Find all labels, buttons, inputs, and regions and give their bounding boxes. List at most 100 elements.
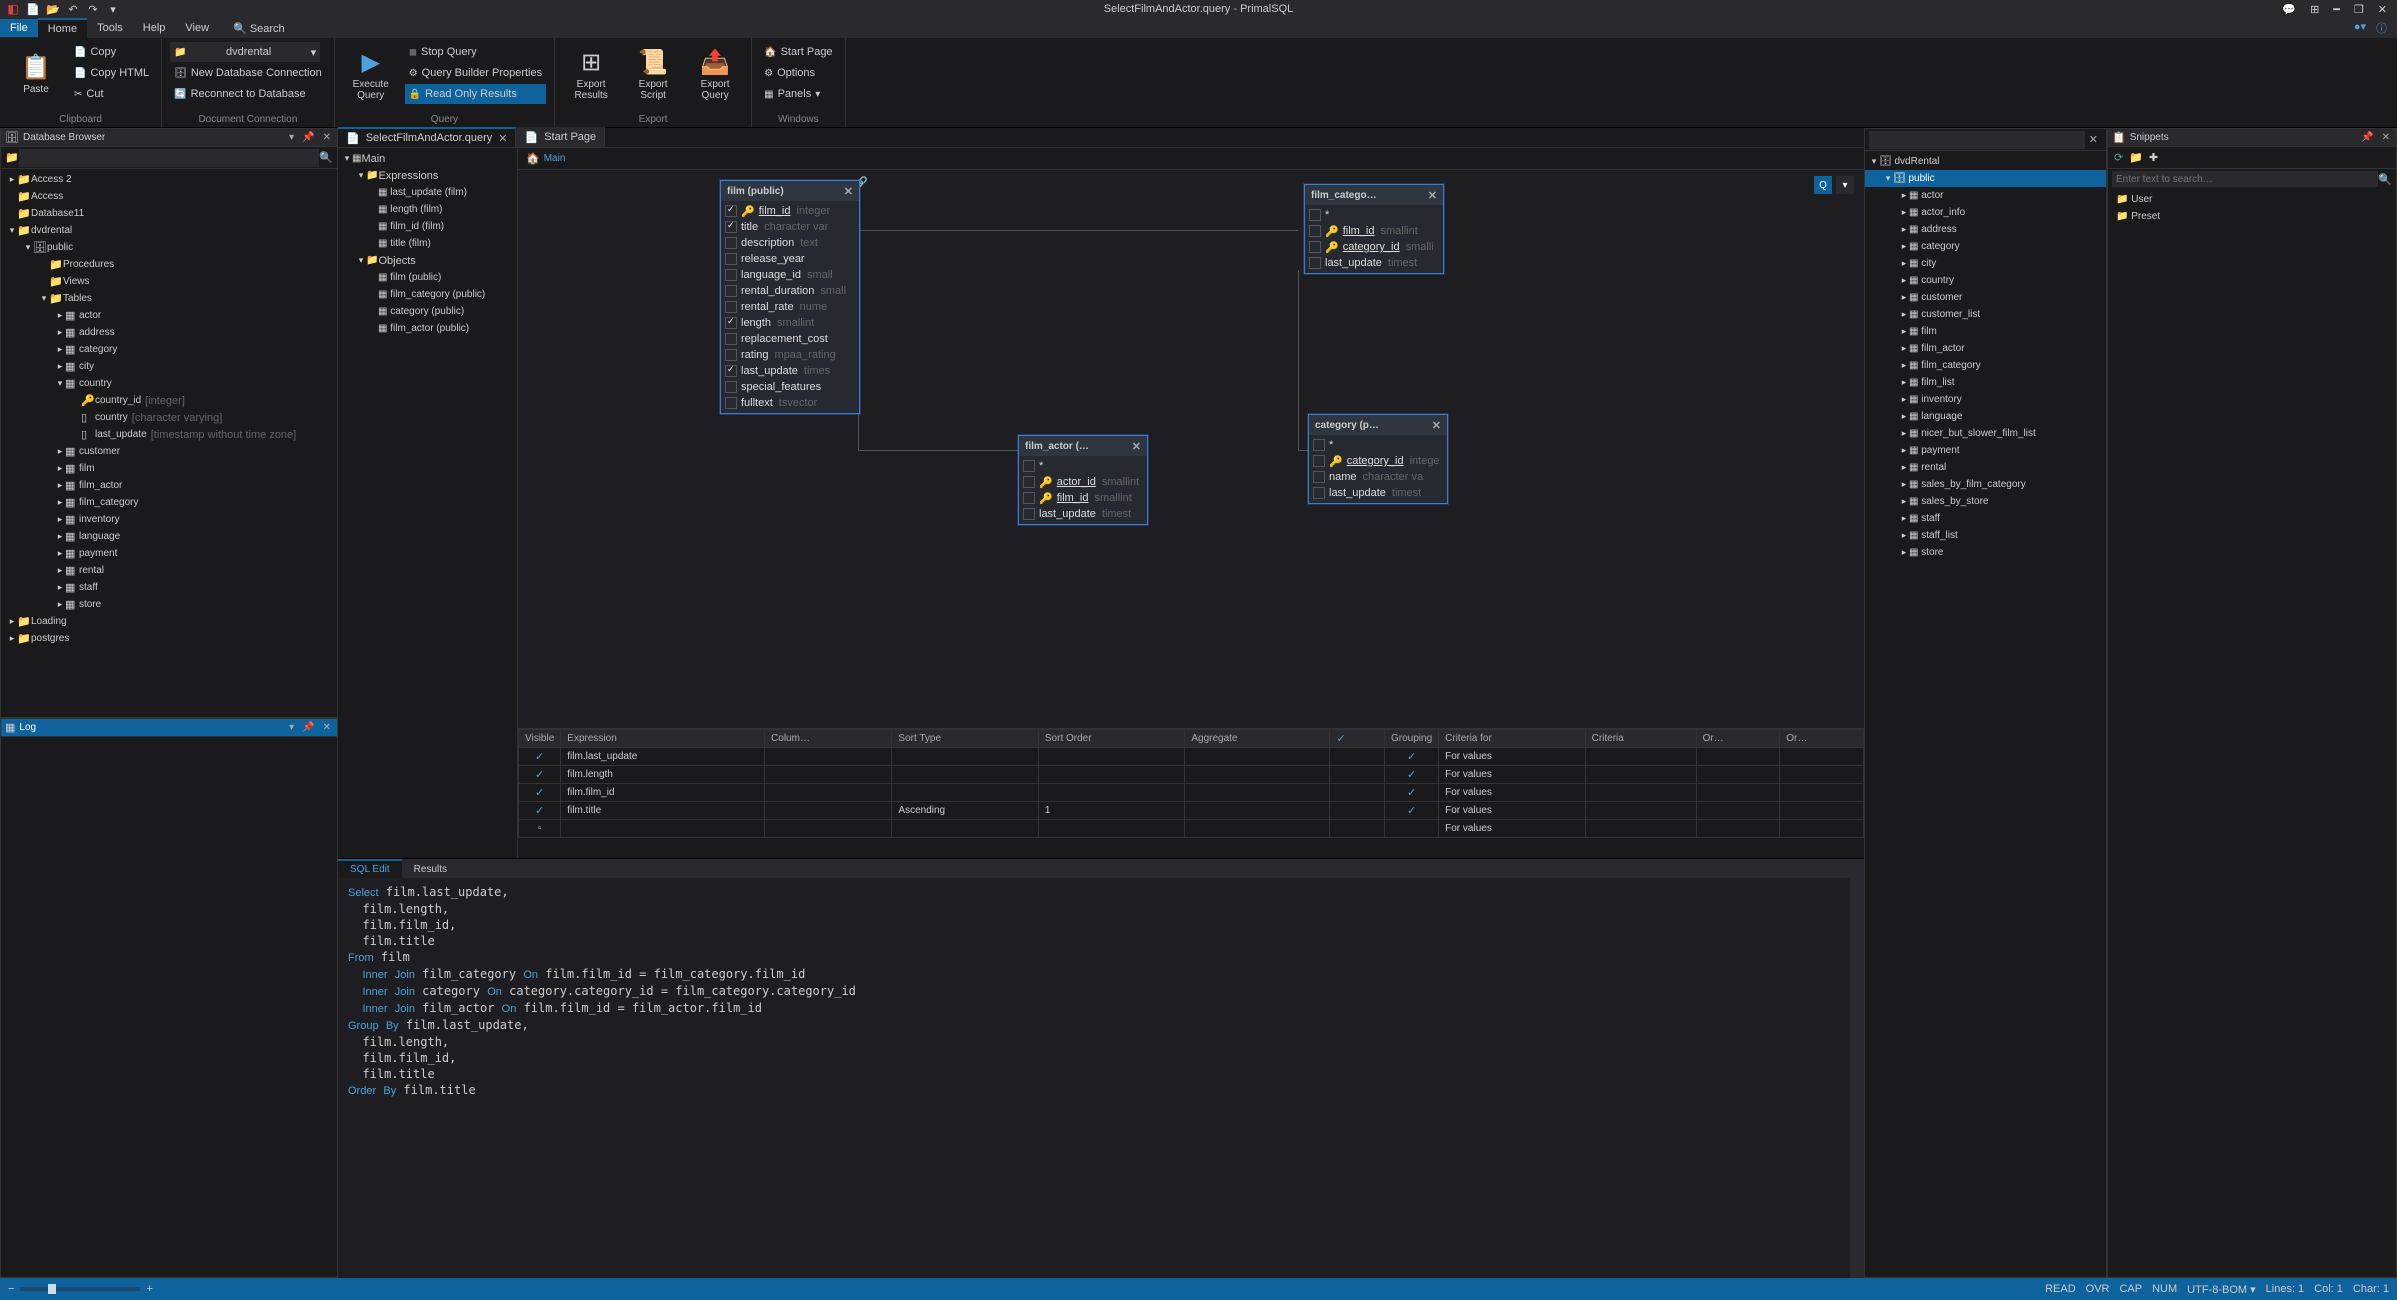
context-search-input[interactable]: [1869, 131, 2085, 149]
table-card-category[interactable]: category (p…✕ * 🔑 category_id intege nam…: [1308, 414, 1448, 504]
query-canvas[interactable]: Q ▾ 🔗 film (public)✕ 🔑 film_id integer t…: [518, 170, 1864, 728]
table-row[interactable]: 🔑 film_id smallint: [1019, 490, 1147, 506]
feedback-icon[interactable]: 💬: [2282, 3, 2296, 16]
snippets-new-folder[interactable]: 📁: [2129, 151, 2143, 164]
ctx-item[interactable]: ▸▦ rental: [1865, 459, 2106, 476]
new-connection-button[interactable]: 🗄 New Database Connection: [170, 63, 326, 83]
table-card-film_actor[interactable]: film_actor (…✕ * 🔑 actor_id smallint 🔑 f…: [1018, 435, 1148, 525]
menu-view[interactable]: View: [175, 19, 219, 37]
table-row[interactable]: rating mpaa_rating: [721, 347, 859, 363]
sql-editor[interactable]: Select film.last_update, film.length, fi…: [338, 878, 1864, 1278]
snippets-tree[interactable]: 📁 User📁 Preset: [2108, 189, 2396, 1277]
qat-redo[interactable]: ↷: [86, 2, 100, 16]
ctx-item[interactable]: ▸▦ film_actor: [1865, 340, 2106, 357]
db-tree-node[interactable]: ▸▦ inventory: [1, 511, 337, 528]
db-tree-node[interactable]: ▾📁 dvdrental: [1, 222, 337, 239]
snippets-close[interactable]: ✕: [2380, 132, 2392, 143]
table-row[interactable]: title character var: [721, 219, 859, 235]
update-indicator[interactable]: ●▾: [2354, 20, 2366, 36]
db-tree-node[interactable]: ▸▦ film_actor: [1, 477, 337, 494]
ctx-item[interactable]: ▸▦ film_list: [1865, 374, 2106, 391]
copy-button[interactable]: 📄 Copy: [70, 42, 153, 62]
builder-obj-item[interactable]: ▦ film_category (public): [338, 286, 517, 303]
table-row[interactable]: 🔑 actor_id smallint: [1019, 474, 1147, 490]
db-tree-node[interactable]: ▸▦ customer: [1, 443, 337, 460]
qat-open[interactable]: [46, 2, 60, 16]
ctx-root[interactable]: ▾🗄 dvdRental: [1865, 153, 2106, 170]
db-tree-node[interactable]: 📁 Views: [1, 273, 337, 290]
grid-row[interactable]: ✓ film.titleAscending1 ✓ For values: [519, 802, 1864, 820]
grid-header[interactable]: Sort Type: [892, 730, 1038, 748]
log-pin[interactable]: 📌: [300, 722, 316, 733]
table-card-header[interactable]: film_catego…✕: [1305, 185, 1443, 205]
table-row[interactable]: *: [1309, 437, 1447, 453]
db-tree-node[interactable]: ▸📁 Access 2: [1, 171, 337, 188]
db-tree-node[interactable]: ▸▦ actor: [1, 307, 337, 324]
results-tab[interactable]: Results: [402, 861, 459, 878]
status-item[interactable]: UTF-8-BOM ▾: [2187, 1283, 2255, 1296]
grid-row[interactable]: ✓ film.last_update ✓ For values: [519, 748, 1864, 766]
snippets-pin[interactable]: 📌: [2359, 132, 2375, 143]
db-tree-node[interactable]: ▾📁 Tables: [1, 290, 337, 307]
grid-header[interactable]: Aggregate: [1185, 730, 1330, 748]
table-card-film[interactable]: film (public)✕ 🔑 film_id integer title c…: [720, 180, 860, 414]
snippets-search-input[interactable]: [2112, 171, 2378, 187]
db-tree-node[interactable]: ▸▦ film: [1, 460, 337, 477]
table-row[interactable]: fulltext tsvector: [721, 395, 859, 411]
table-row[interactable]: rental_rate nume: [721, 299, 859, 315]
close-button[interactable]: ✕: [2378, 3, 2387, 16]
doc-tab-query[interactable]: 📄 SelectFilmAndActor.query ✕: [338, 127, 516, 147]
ctx-item[interactable]: ▸▦ payment: [1865, 442, 2106, 459]
execute-query-button[interactable]: ▶ Execute Query: [343, 42, 399, 106]
ctx-item[interactable]: ▸▦ film_category: [1865, 357, 2106, 374]
ctx-item[interactable]: ▸▦ staff: [1865, 510, 2106, 527]
canvas-add-button[interactable]: ▾: [1836, 176, 1854, 194]
db-tree-node[interactable]: ▾🗄 public: [1, 239, 337, 256]
builder-obj-item[interactable]: ▦ category (public): [338, 303, 517, 320]
ctx-item[interactable]: ▸▦ store: [1865, 544, 2106, 561]
snippet-folder[interactable]: 📁 Preset: [2108, 208, 2396, 225]
builder-expressions-node[interactable]: ▾📁 Expressions: [338, 167, 517, 184]
table-card-close[interactable]: ✕: [1132, 440, 1141, 453]
export-results-button[interactable]: ⊞Export Results: [563, 42, 619, 106]
reconnect-button[interactable]: 🔄 Reconnect to Database: [170, 84, 326, 104]
qat-undo[interactable]: ↶: [66, 2, 80, 16]
status-item[interactable]: CAP: [2119, 1283, 2142, 1296]
builder-expr-item[interactable]: ▦ film_id (film): [338, 218, 517, 235]
qat-new[interactable]: [26, 2, 40, 16]
table-row[interactable]: replacement_cost: [721, 331, 859, 347]
table-card-header[interactable]: category (p…✕: [1309, 415, 1447, 435]
db-browser-pin[interactable]: 📌: [300, 132, 316, 143]
db-tree-node[interactable]: ▸▦ address: [1, 324, 337, 341]
db-tree-node[interactable]: ▸▦ language: [1, 528, 337, 545]
db-folder-icon[interactable]: 📁: [5, 151, 19, 164]
table-row[interactable]: last_update timest: [1309, 485, 1447, 501]
menu-file[interactable]: File: [0, 19, 38, 37]
grid-header[interactable]: Or…: [1780, 730, 1864, 748]
db-tree-node[interactable]: ▸▦ category: [1, 341, 337, 358]
doc-tab-query-close[interactable]: ✕: [498, 132, 507, 145]
builder-expr-item[interactable]: ▦ length (film): [338, 201, 517, 218]
ctx-item[interactable]: ▸▦ actor_info: [1865, 204, 2106, 221]
ctx-schema[interactable]: ▾🗄 public: [1865, 170, 2106, 187]
db-tree-node[interactable]: ▸📁 postgres: [1, 630, 337, 647]
table-row[interactable]: name character va: [1309, 469, 1447, 485]
builder-objects-node[interactable]: ▾📁 Objects: [338, 252, 517, 269]
ctx-item[interactable]: ▸▦ category: [1865, 238, 2106, 255]
context-tree[interactable]: ▾🗄 dvdRental ▾🗄 public▸▦ actor▸▦ actor_i…: [1865, 151, 2106, 1277]
status-item[interactable]: Lines: 1: [2266, 1283, 2305, 1296]
sql-edit-tab[interactable]: SQL Edit: [338, 859, 402, 878]
status-item[interactable]: Col: 1: [2314, 1283, 2343, 1296]
breadcrumb-main[interactable]: Main: [544, 153, 566, 164]
table-card-close[interactable]: ✕: [1432, 419, 1441, 432]
zoom-slider[interactable]: [20, 1287, 140, 1291]
menu-tools[interactable]: Tools: [87, 19, 133, 37]
builder-expr-item[interactable]: ▦ title (film): [338, 235, 517, 252]
db-tree-node[interactable]: ▸▦ film_category: [1, 494, 337, 511]
snippet-folder[interactable]: 📁 User: [2108, 191, 2396, 208]
table-row[interactable]: special_features: [721, 379, 859, 395]
grid-header[interactable]: Criteria: [1585, 730, 1696, 748]
builder-tree[interactable]: ▾▦ Main ▾📁 Expressions ▦ last_update (fi…: [338, 148, 517, 858]
db-tree[interactable]: ▸📁 Access 2📁 Access📁 Database11▾📁 dvdren…: [1, 169, 337, 717]
ctx-item[interactable]: ▸▦ staff_list: [1865, 527, 2106, 544]
